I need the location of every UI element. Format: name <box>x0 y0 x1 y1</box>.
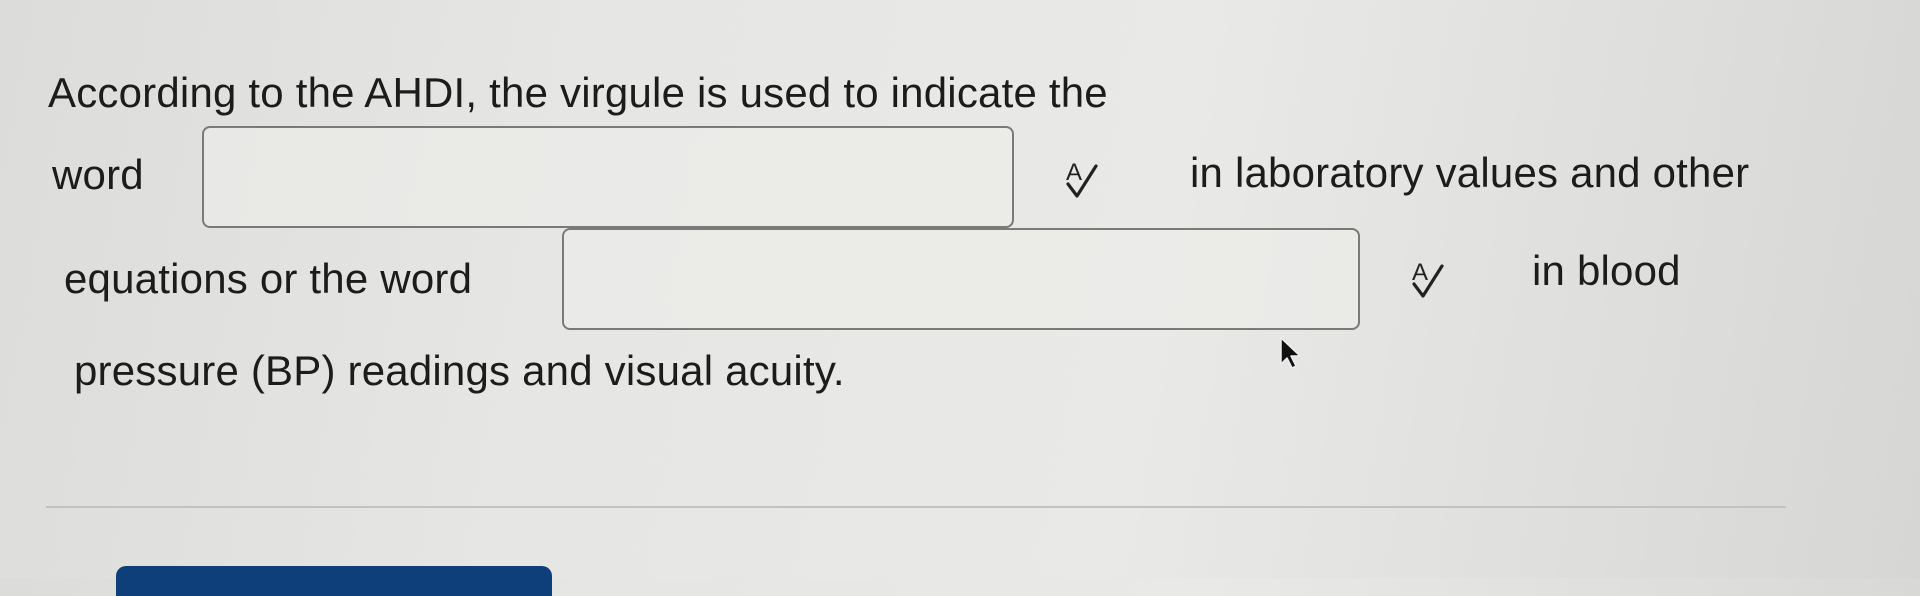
question-line-3-end: in blood <box>1532 247 1681 294</box>
svg-text:A: A <box>1066 159 1082 186</box>
mouse-pointer-icon <box>1280 337 1301 369</box>
submit-button[interactable] <box>116 566 552 596</box>
question-line-2-end: in laboratory values and other <box>1190 149 1750 196</box>
question-line-1: According to the AHDI, the virgule is us… <box>48 69 1108 116</box>
answer-blank-2[interactable] <box>562 228 1360 330</box>
answer-blank-1[interactable] <box>202 126 1014 228</box>
question-line-2-start: word <box>52 151 144 198</box>
question-line-3-start: equations or the word <box>64 255 473 302</box>
svg-text:A: A <box>1412 259 1428 286</box>
divider <box>46 506 1786 508</box>
spellcheck-icon[interactable]: A <box>1408 256 1454 302</box>
spellcheck-icon[interactable]: A <box>1062 156 1108 202</box>
question-line-4: pressure (BP) readings and visual acuity… <box>74 347 845 394</box>
